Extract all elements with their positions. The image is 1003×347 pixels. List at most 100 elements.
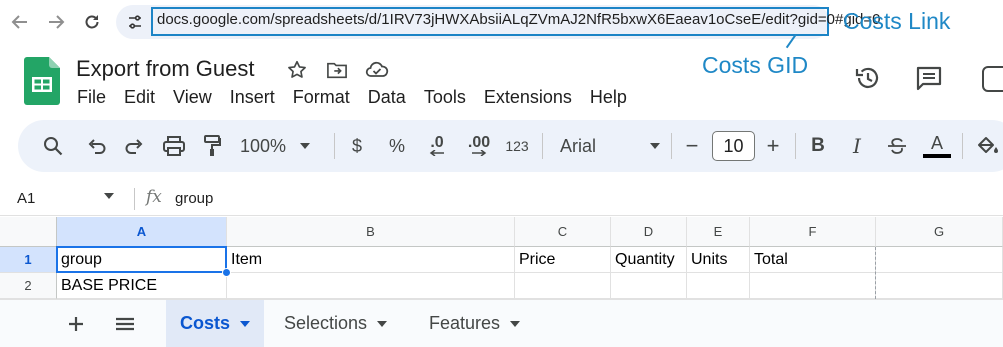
decrease-decimal-button[interactable]: .0: [422, 133, 452, 159]
version-history-icon[interactable]: [852, 64, 884, 92]
cell-d2[interactable]: [611, 273, 687, 299]
print-icon[interactable]: [161, 133, 187, 159]
column-header-g[interactable]: G: [876, 217, 1003, 247]
cell-f1[interactable]: Total: [750, 247, 876, 273]
comments-icon[interactable]: [913, 64, 945, 92]
percent-label: %: [388, 135, 405, 156]
bold-label: B: [811, 135, 825, 156]
cell-b1[interactable]: Item: [227, 247, 515, 273]
forward-icon[interactable]: [45, 11, 67, 33]
document-title[interactable]: Export from Guest: [76, 56, 255, 82]
currency-format-button[interactable]: $: [346, 133, 368, 159]
fill-color-icon[interactable]: [976, 133, 1000, 159]
row-header-1[interactable]: 1: [0, 247, 57, 273]
costs-gid-annotation: Costs GID: [702, 52, 809, 78]
paint-format-icon[interactable]: [200, 133, 224, 159]
cell-g2[interactable]: [876, 273, 1003, 299]
currency-label: $: [351, 135, 362, 156]
name-box[interactable]: A1: [17, 190, 35, 207]
site-info-icon[interactable]: [122, 9, 148, 35]
cell-f2[interactable]: [750, 273, 876, 299]
redo-icon[interactable]: [122, 133, 146, 159]
star-icon[interactable]: [285, 59, 309, 81]
arrow-right-icon: [472, 150, 487, 156]
italic-label: I: [853, 134, 861, 158]
page-break-line: [875, 247, 876, 299]
reload-icon[interactable]: [81, 11, 103, 33]
minus-label: −: [685, 133, 699, 158]
column-header-d[interactable]: D: [611, 217, 687, 247]
move-to-folder-icon[interactable]: [325, 59, 349, 81]
menu-file[interactable]: File: [68, 86, 115, 108]
menu-extensions[interactable]: Extensions: [475, 86, 581, 108]
url-text[interactable]: docs.google.com/spreadsheets/d/1IRV73jHW…: [157, 11, 880, 28]
sheet-tab-selections[interactable]: Selections: [270, 300, 401, 347]
sheet-tab-costs[interactable]: Costs: [166, 300, 265, 347]
cell-g1[interactable]: [876, 247, 1003, 273]
text-color-label: A: [930, 133, 943, 153]
row-header-2[interactable]: 2: [0, 273, 57, 299]
selected-cell-outline: [56, 246, 227, 273]
undo-icon[interactable]: [85, 133, 109, 159]
column-header-a[interactable]: A: [57, 217, 227, 247]
menu-insert[interactable]: Insert: [221, 86, 284, 108]
formula-input[interactable]: group: [175, 190, 213, 207]
menu-view[interactable]: View: [164, 86, 221, 108]
all-sheets-icon[interactable]: [114, 313, 136, 335]
toolbar-divider: [795, 133, 796, 159]
arrow-left-icon: [429, 150, 444, 156]
italic-button[interactable]: I: [846, 133, 868, 159]
decrease-decimal-label: .0: [430, 134, 444, 151]
menu-data[interactable]: Data: [359, 86, 415, 108]
chevron-down-icon[interactable]: [104, 193, 114, 199]
back-icon[interactable]: [9, 11, 31, 33]
search-icon[interactable]: [41, 133, 65, 159]
add-sheet-icon[interactable]: [65, 313, 87, 335]
cell-c1[interactable]: Price: [515, 247, 611, 273]
cell-b2[interactable]: [227, 273, 515, 299]
percent-format-button[interactable]: %: [385, 133, 409, 159]
increase-font-size-button[interactable]: +: [763, 133, 783, 159]
column-header-c[interactable]: C: [515, 217, 611, 247]
select-all-corner[interactable]: [0, 217, 57, 247]
decrease-font-size-button[interactable]: −: [682, 133, 702, 159]
chevron-down-icon: [377, 320, 388, 327]
toolbar-divider: [671, 133, 672, 159]
cell-e2[interactable]: [687, 273, 750, 299]
menu-bar: File Edit View Insert Format Data Tools …: [68, 86, 636, 108]
fx-icon: fx: [146, 187, 162, 207]
bold-button[interactable]: B: [807, 133, 829, 159]
sheet-tab-label: Costs: [180, 313, 231, 333]
chevron-down-icon: [650, 143, 660, 149]
font-select[interactable]: Arial: [560, 133, 660, 159]
column-header-f[interactable]: F: [750, 217, 876, 247]
number-format-button[interactable]: 123: [502, 133, 532, 159]
formula-divider: [134, 188, 135, 210]
cloud-status-icon[interactable]: [365, 59, 389, 81]
fill-handle[interactable]: [222, 268, 231, 277]
share-button[interactable]: [982, 66, 1003, 92]
toolbar-divider: [542, 133, 543, 159]
menu-help[interactable]: Help: [581, 86, 636, 108]
menu-format[interactable]: Format: [284, 86, 359, 108]
cell-e1[interactable]: Units: [687, 247, 750, 273]
toolbar-divider: [334, 133, 335, 159]
cell-c2[interactable]: [515, 273, 611, 299]
sheet-tab-label: Features: [429, 313, 501, 333]
strikethrough-icon[interactable]: [885, 133, 909, 159]
column-header-b[interactable]: B: [227, 217, 515, 247]
font-name: Arial: [560, 135, 597, 156]
text-color-button[interactable]: A: [923, 133, 951, 159]
sheet-tab-features[interactable]: Features: [415, 300, 534, 347]
cell-a2[interactable]: BASE PRICE: [57, 273, 227, 299]
zoom-select[interactable]: 100%: [240, 133, 324, 159]
menu-tools[interactable]: Tools: [415, 86, 475, 108]
column-header-e[interactable]: E: [687, 217, 750, 247]
zoom-value: 100%: [240, 135, 287, 156]
sheets-logo-icon[interactable]: [24, 57, 60, 105]
font-size-input[interactable]: 10: [712, 131, 755, 161]
menu-edit[interactable]: Edit: [115, 86, 164, 108]
increase-decimal-button[interactable]: .00: [462, 133, 496, 159]
cell-d1[interactable]: Quantity: [611, 247, 687, 273]
sheet-tab-label: Selections: [284, 313, 368, 333]
